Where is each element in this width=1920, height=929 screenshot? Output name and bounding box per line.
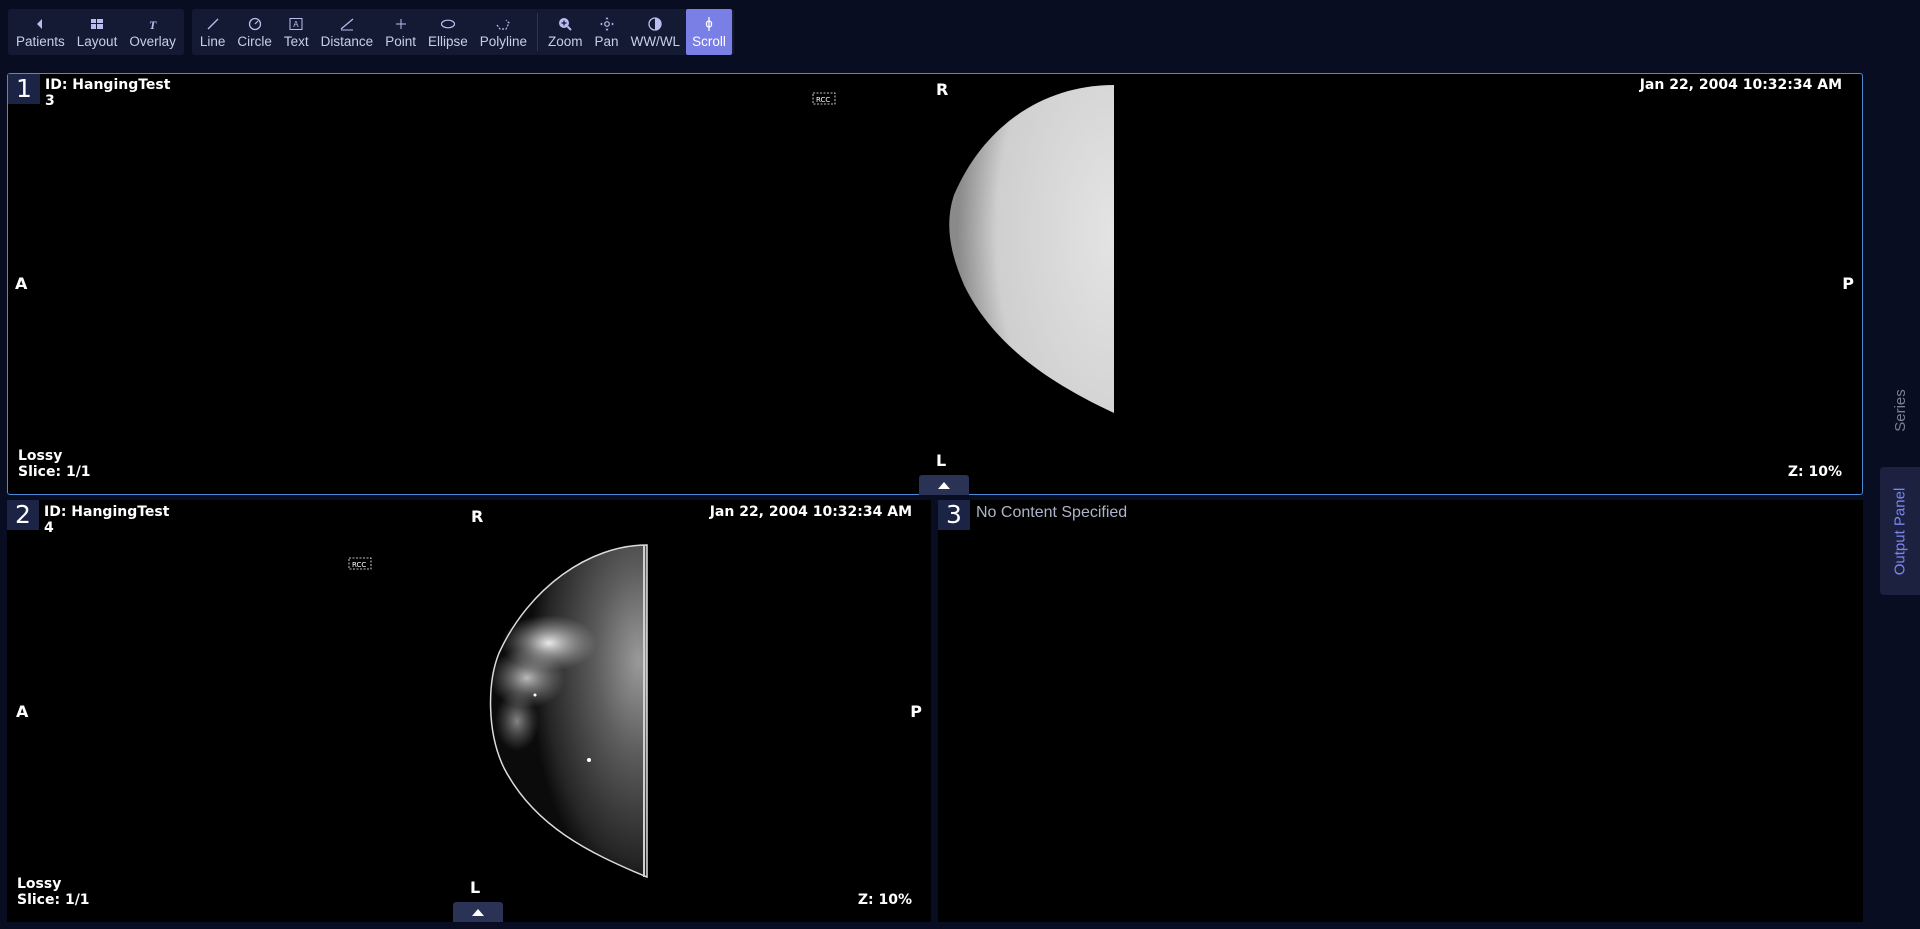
orientation-bottom: L (936, 451, 947, 470)
svg-text:RCC: RCC (816, 96, 830, 104)
text-icon: A (288, 15, 304, 33)
toolbar: Patients Layout T Overlay Line Circle A … (8, 9, 734, 55)
ww-wl-button-label: WW/WL (630, 34, 681, 49)
study-datetime: Jan 22, 2004 10:32:34 AM (709, 504, 912, 520)
viewport-2[interactable]: 2 ID: HangingTest 4 Jan 22, 2004 10:32:3… (7, 500, 931, 922)
viewport-number: 3 (938, 500, 970, 530)
overlay-button-label: Overlay (129, 34, 176, 49)
point-button-label: Point (385, 34, 416, 49)
orientation-left: A (16, 702, 29, 721)
point-icon (393, 15, 409, 33)
ellipse-icon (440, 15, 456, 33)
line-button[interactable]: Line (194, 9, 232, 55)
compression-label: Lossy (18, 448, 63, 464)
slice-label: Slice: 1/1 (18, 464, 91, 480)
series-panel-label: Series (1891, 388, 1909, 432)
no-content-message: No Content Specified (976, 504, 1128, 521)
chevron-up-icon (472, 908, 484, 916)
svg-text:A: A (293, 20, 299, 29)
layout-icon (89, 15, 105, 33)
viewport-1[interactable]: 1 ID: HangingTest 3 Jan 22, 2004 10:32:3… (7, 73, 1863, 495)
distance-button-label: Distance (320, 34, 374, 49)
distance-button[interactable]: Distance (315, 9, 380, 55)
series-number: 3 (45, 93, 55, 109)
line-button-label: Line (199, 34, 226, 49)
toolbar-group-tools: Line Circle A Text Distance Point Ellips… (191, 9, 734, 55)
orientation-right: P (910, 702, 922, 721)
orientation-bottom: L (470, 878, 481, 897)
viewport-number: 2 (7, 500, 39, 530)
circle-button-label: Circle (237, 34, 272, 49)
polyline-button-label: Polyline (479, 34, 528, 49)
orientation-left: A (15, 274, 28, 293)
layout-button[interactable]: Layout (71, 9, 124, 55)
orientation-right: P (1842, 274, 1854, 293)
polyline-icon (495, 15, 511, 33)
text-button-label: Text (283, 34, 309, 49)
image-label-marker-icon: RCC (812, 92, 836, 105)
zoom-button[interactable]: Zoom (542, 9, 589, 55)
overlay-button[interactable]: T Overlay (123, 9, 182, 55)
circle-icon (247, 15, 263, 33)
patients-button[interactable]: Patients (10, 9, 71, 55)
compression-label: Lossy (17, 876, 62, 892)
scroll-button[interactable]: Scroll (686, 9, 732, 55)
series-panel-toggle[interactable]: Series (1880, 355, 1920, 465)
overlay-icon: T (145, 15, 161, 33)
zoom-level: Z: 10% (857, 892, 912, 908)
pan-button-label: Pan (594, 34, 619, 49)
scroll-expand-tab[interactable] (919, 475, 969, 495)
patients-button-label: Patients (16, 34, 65, 49)
line-icon (205, 15, 221, 33)
chevron-up-icon (938, 481, 950, 489)
slice-label: Slice: 1/1 (17, 892, 90, 908)
output-panel-label: Output Panel (1891, 487, 1909, 575)
series-number: 4 (44, 520, 54, 536)
patient-id: ID: HangingTest (44, 504, 170, 520)
zoom-icon (557, 15, 573, 33)
orientation-top: R (471, 507, 484, 526)
ww-wl-button[interactable]: WW/WL (625, 9, 687, 55)
scroll-button-label: Scroll (692, 34, 726, 49)
toolbar-group-navigation: Patients Layout T Overlay (8, 9, 184, 55)
pan-button[interactable]: Pan (589, 9, 625, 55)
svg-text:T: T (149, 18, 157, 32)
polyline-button[interactable]: Polyline (474, 9, 533, 55)
ellipse-button-label: Ellipse (427, 34, 468, 49)
chevron-left-icon (32, 15, 48, 33)
contrast-icon (647, 15, 663, 33)
scroll-icon (701, 15, 717, 33)
distance-icon (339, 15, 355, 33)
layout-button-label: Layout (76, 34, 118, 49)
output-panel-toggle[interactable]: Output Panel (1880, 467, 1920, 595)
svg-text:RCC: RCC (352, 561, 366, 569)
text-button[interactable]: A Text (278, 9, 315, 55)
mammogram-image: RCC (804, 85, 1118, 413)
ellipse-button[interactable]: Ellipse (422, 9, 474, 55)
zoom-level: Z: 10% (1787, 464, 1842, 480)
point-button[interactable]: Point (379, 9, 422, 55)
viewport-3[interactable]: 3 No Content Specified (938, 500, 1863, 922)
toolbar-separator (537, 13, 539, 51)
study-datetime: Jan 22, 2004 10:32:34 AM (1639, 77, 1842, 93)
pan-icon (599, 15, 615, 33)
circle-button[interactable]: Circle (231, 9, 278, 55)
patient-id: ID: HangingTest (45, 77, 171, 93)
viewport-number: 1 (8, 74, 40, 104)
zoom-button-label: Zoom (548, 34, 583, 49)
scroll-expand-tab[interactable] (453, 902, 503, 922)
mammogram-image: RCC (339, 543, 653, 879)
image-label-marker-icon: RCC (348, 557, 372, 570)
